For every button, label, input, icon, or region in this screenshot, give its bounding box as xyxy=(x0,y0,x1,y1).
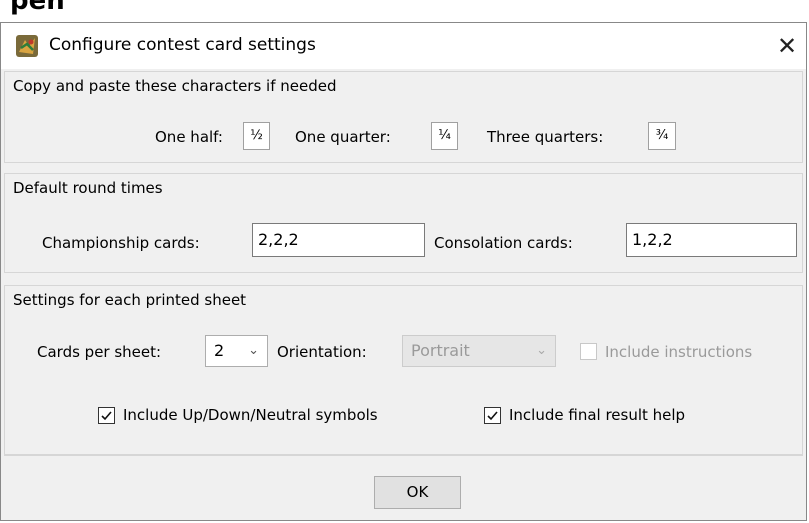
orientation-select[interactable]: Portrait ⌄ xyxy=(402,335,556,367)
include-updown-label: Include Up/Down/Neutral symbols xyxy=(123,406,378,424)
one-half-field[interactable]: ½ xyxy=(243,122,270,150)
one-half-label: One half: xyxy=(155,128,223,146)
round-times-group: Default round times Championship cards: … xyxy=(4,173,803,273)
ok-button[interactable]: OK xyxy=(374,476,461,509)
consolation-cards-label: Consolation cards: xyxy=(434,234,573,252)
three-quarters-label: Three quarters: xyxy=(487,128,604,146)
orientation-label: Orientation: xyxy=(277,343,367,361)
background-window-strip: pen xyxy=(0,0,809,22)
checkmark-icon xyxy=(487,411,498,421)
app-logo-icon xyxy=(16,35,38,57)
one-quarter-label: One quarter: xyxy=(295,128,391,146)
include-final-result-checkbox[interactable] xyxy=(484,407,501,424)
include-updown-checkbox[interactable] xyxy=(98,407,115,424)
printed-sheet-group: Settings for each printed sheet Cards pe… xyxy=(4,285,803,455)
copy-characters-group: Copy and paste these characters if neede… xyxy=(4,71,803,163)
footer-divider xyxy=(4,455,803,456)
printed-sheet-group-title: Settings for each printed sheet xyxy=(13,291,247,309)
include-instructions-checkbox[interactable] xyxy=(580,343,597,360)
consolation-cards-input[interactable]: 1,2,2 xyxy=(626,223,797,257)
contest-card-settings-dialog: Configure contest card settings ✕ Copy a… xyxy=(0,22,807,521)
background-window-text: pen xyxy=(10,0,65,16)
chevron-down-icon: ⌄ xyxy=(248,343,259,358)
cards-per-sheet-select[interactable]: 2 ⌄ xyxy=(205,335,268,367)
round-times-group-title: Default round times xyxy=(13,179,163,197)
include-final-result-label: Include final result help xyxy=(509,406,686,424)
title-bar: Configure contest card settings ✕ xyxy=(1,23,806,69)
cards-per-sheet-value: 2 xyxy=(214,341,225,360)
one-quarter-field[interactable]: ¼ xyxy=(431,122,458,150)
chevron-down-icon: ⌄ xyxy=(536,343,547,358)
copy-characters-group-title: Copy and paste these characters if neede… xyxy=(13,77,337,95)
orientation-value: Portrait xyxy=(411,341,470,360)
cards-per-sheet-label: Cards per sheet: xyxy=(37,343,162,361)
three-quarters-field[interactable]: ¾ xyxy=(648,122,676,150)
championship-cards-input[interactable]: 2,2,2 xyxy=(252,223,425,257)
include-instructions-label: Include instructions xyxy=(605,343,753,361)
dialog-title: Configure contest card settings xyxy=(49,35,316,55)
championship-cards-label: Championship cards: xyxy=(42,234,200,252)
close-button[interactable]: ✕ xyxy=(770,29,804,63)
checkmark-icon xyxy=(101,411,112,421)
